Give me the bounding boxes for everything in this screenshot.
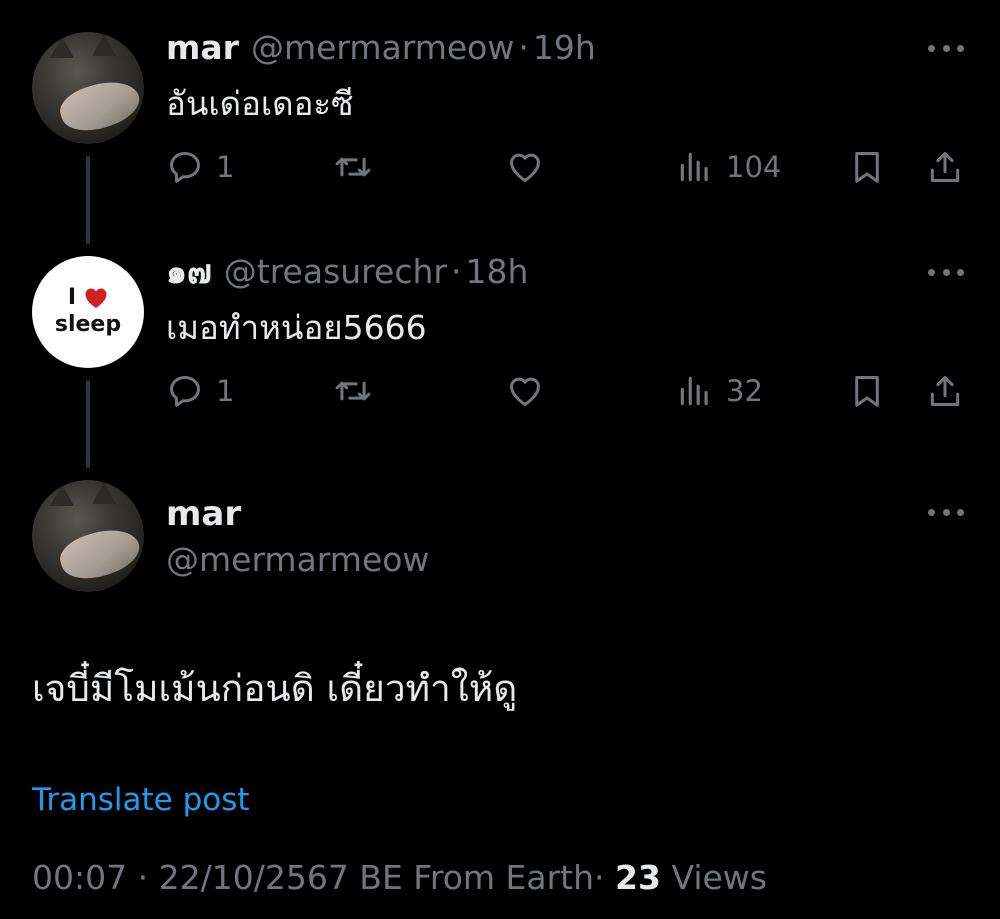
avatar-text: sleep <box>54 312 122 337</box>
views-button[interactable]: 32 <box>676 369 763 413</box>
post-header: ๑๗ @treasurechr · 18h <box>166 252 528 292</box>
separator: · <box>518 28 529 67</box>
cat-ear-shape <box>92 34 116 56</box>
display-name[interactable]: ๑๗ <box>166 252 212 292</box>
share-button[interactable] <box>926 145 964 189</box>
heart-icon <box>85 288 107 308</box>
post-actions: 1 104 <box>166 145 966 189</box>
retweet-button[interactable] <box>334 145 372 189</box>
cat-ear-shape <box>50 484 74 506</box>
user-handle[interactable]: @treasurechr <box>224 252 447 292</box>
more-icon[interactable] <box>928 266 964 278</box>
heart-icon <box>510 153 540 182</box>
cat-ear-shape <box>92 482 116 504</box>
more-icon[interactable] <box>928 42 964 54</box>
post-time[interactable]: 00:07 <box>32 858 127 897</box>
bookmark-icon <box>855 152 879 183</box>
reply-icon <box>170 152 200 183</box>
avatar[interactable]: I sleep <box>32 256 144 368</box>
post-source: From Earth <box>413 858 595 897</box>
user-handle[interactable]: @mermarmeow <box>251 28 514 68</box>
heart-icon <box>510 377 540 406</box>
reply-count: 1 <box>216 150 235 184</box>
post-actions: 1 32 <box>166 369 966 413</box>
reply-button[interactable]: 1 <box>166 145 234 189</box>
avatar[interactable] <box>32 480 144 592</box>
post-text: อันเด่อเดอะซี <box>166 84 354 123</box>
display-name[interactable]: mar <box>166 494 241 534</box>
views-count: 32 <box>726 374 763 408</box>
reply-icon <box>170 376 200 407</box>
separator: · <box>594 858 605 897</box>
separator: · <box>137 858 149 897</box>
views-button[interactable]: 104 <box>676 145 781 189</box>
bookmark-button[interactable] <box>848 369 886 413</box>
retweet-icon <box>335 381 371 401</box>
post-time[interactable]: 18h <box>465 252 528 292</box>
avatar-text-row: I <box>68 286 108 310</box>
share-icon <box>930 376 960 406</box>
thread-connector <box>86 380 90 468</box>
like-button[interactable] <box>506 369 544 413</box>
post-text: เจบี๋มีโมเม้นก่อนดิ เดี๋ยวทำให้ดู <box>32 667 518 710</box>
post-meta: 00:07 · 22/10/2567 BE From Earth· 23 Vie… <box>32 858 767 898</box>
views-count[interactable]: 23 <box>615 858 661 897</box>
retweet-icon <box>335 157 371 177</box>
share-icon <box>930 152 960 182</box>
avatar-text: I <box>67 285 77 310</box>
hand-shape <box>55 72 144 140</box>
reply-button[interactable]: 1 <box>166 369 234 413</box>
user-handle[interactable]: @mermarmeow <box>166 540 429 580</box>
avatar[interactable] <box>32 32 144 144</box>
views-count: 104 <box>726 150 782 184</box>
more-icon[interactable] <box>928 506 964 518</box>
post-header: mar @mermarmeow · 19h <box>166 28 596 68</box>
bookmark-button[interactable] <box>848 145 886 189</box>
post-time[interactable]: 19h <box>533 28 596 68</box>
post-text: เมอทำหน่อย5666 <box>166 308 427 347</box>
views-label[interactable]: Views <box>671 858 767 897</box>
display-name[interactable]: mar <box>166 28 239 68</box>
post-thread: mar @mermarmeow · 19h อันเด่อเดอะซี 1 10… <box>0 0 1000 919</box>
analytics-icon <box>680 152 708 182</box>
hand-shape <box>55 520 144 588</box>
translate-post-link[interactable]: Translate post <box>32 780 250 820</box>
retweet-button[interactable] <box>334 369 372 413</box>
bookmark-icon <box>855 376 879 407</box>
like-button[interactable] <box>506 145 544 189</box>
thread-connector <box>86 156 90 244</box>
cat-ear-shape <box>50 36 74 58</box>
analytics-icon <box>680 376 708 406</box>
share-button[interactable] <box>926 369 964 413</box>
reply-count: 1 <box>216 374 235 408</box>
separator: · <box>450 252 462 291</box>
post-date[interactable]: 22/10/2567 BE <box>159 858 403 897</box>
